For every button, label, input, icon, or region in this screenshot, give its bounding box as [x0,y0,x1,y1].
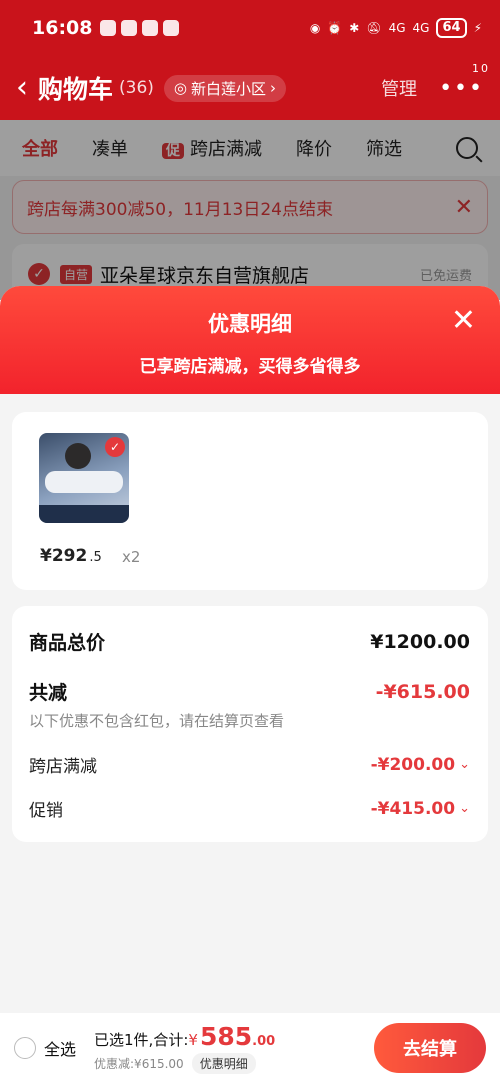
signal-b: 4G [412,21,430,35]
total-row: 商品总价 ¥1200.00 [29,628,470,655]
sheet-subtitle: 已享跨店满减，买得多省得多 [139,357,361,377]
product-price: ¥292.5 [40,546,102,566]
signal-a: 4G [388,21,406,35]
model-figure [65,443,91,469]
discount-item-row[interactable]: 跨店满减 -¥200.00 ⌄ [29,752,470,778]
cart-header: ‹ 购物车 (36) ◎ 新白莲小区 › 管理 ••• 10 [0,56,500,120]
discount-label: 共减 [29,682,68,704]
discount-detail-button[interactable]: 优惠明细 [191,1053,256,1074]
saved-text: 优惠减:¥615.00 [94,1057,184,1071]
selected-text: 已选1件,合计: [94,1031,189,1049]
battery-indicator: 64 [436,18,467,38]
location-label: 新白莲小区 [191,79,267,98]
chevron-right-icon: › [270,79,277,97]
alarm-icon: ⏰ [327,21,343,35]
check-icon: ✓ [105,437,125,457]
chevron-down-icon: ⌄ [459,757,470,772]
location-selector[interactable]: ◎ 新白莲小区 › [163,74,287,102]
status-icons: ◉ ⏰ ✱ 🔕︎ 4G 4G 64 ⚡ [310,18,482,38]
bluetooth-icon: ✱ [349,21,360,35]
product-thumbnail[interactable]: ✓ [39,433,129,523]
more-button[interactable]: ••• 10 [439,62,488,101]
mute-icon: 🔕︎ [366,21,382,35]
cross-store-label: 跨店满减 [29,757,97,777]
manage-button[interactable]: 管理 [381,75,417,101]
select-all-radio[interactable] [14,1037,36,1059]
sheet-title: 优惠明细 [208,312,292,336]
charging-icon: ⚡ [473,21,482,35]
close-icon[interactable]: ✕ [451,306,476,336]
total-value: ¥1200.00 [370,630,470,653]
select-all-label[interactable]: 全选 [44,1036,76,1060]
discount-note: 以下优惠不包含红包，请在结算页查看 [29,712,285,730]
total-label: 商品总价 [29,632,106,654]
pillow-shape [45,471,123,493]
clock: 16:08 [32,17,93,39]
total-amount: 585 [199,1022,253,1051]
discount-item-row[interactable]: 促销 -¥415.00 ⌄ [29,796,470,822]
cross-store-value: -¥200.00 [370,754,456,775]
chevron-down-icon: ⌄ [459,801,470,816]
more-dots-icon: ••• [439,75,484,101]
eye-icon: ◉ [309,21,321,35]
discount-row: 共减 -¥615.00 [29,678,470,705]
discount-value: -¥615.00 [375,680,470,703]
sheet-header: 优惠明细 已享跨店满减，买得多省得多 ✕ [0,286,500,394]
eye-location-icon: ◎ [173,79,188,97]
promotion-value: -¥415.00 [370,798,456,819]
total-amount-decimal: .00 [252,1034,276,1049]
page-title: 购物车 [38,75,114,104]
yen-symbol: ¥ [188,1031,198,1049]
product-quantity: x2 [122,548,141,566]
promotion-label: 促销 [29,801,63,821]
product-card: ✓ ¥292.5 x2 [12,412,488,590]
status-bar: 16:08 ◉ ⏰ ✱ 🔕︎ 4G 4G 64 ⚡ [0,0,500,56]
checkout-bar: 全选 已选1件,合计: ¥ 585 .00 优惠减:¥615.00 优惠明细 去… [0,1013,500,1083]
discount-detail-sheet: 优惠明细 已享跨店满减，买得多省得多 ✕ ✓ ¥292.5 x2 商品总价 ¥1… [0,286,500,1083]
cart-count: (36) [119,78,154,98]
checkout-button[interactable]: 去结算 [374,1023,486,1073]
summary-card: 商品总价 ¥1200.00 共减 -¥615.00 以下优惠不包含红包，请在结算… [12,606,488,842]
totals-block: 已选1件,合计: ¥ 585 .00 优惠减:¥615.00 优惠明细 [94,1022,275,1074]
more-badge: 10 [472,61,490,75]
thumb-band [39,505,129,523]
back-icon[interactable]: ‹ [16,73,28,103]
modal-overlay[interactable] [0,120,500,300]
notification-icons [100,20,180,36]
